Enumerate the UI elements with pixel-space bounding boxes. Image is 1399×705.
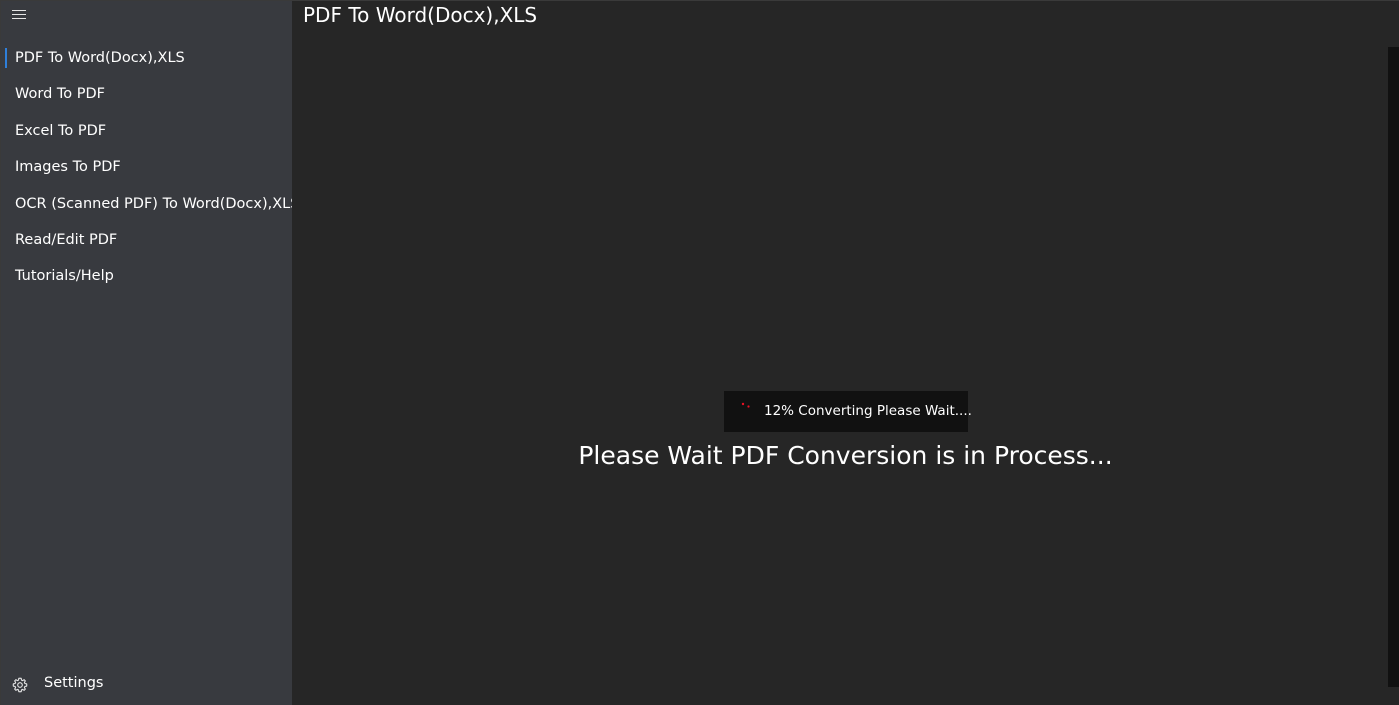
settings-label: Settings bbox=[44, 675, 104, 691]
sidebar-item-ocr[interactable]: OCR (Scanned PDF) To Word(Docx),XLS bbox=[1, 186, 299, 222]
sidebar-item-pdf-to-word[interactable]: PDF To Word(Docx),XLS bbox=[1, 40, 292, 76]
sidebar-item-label: Images To PDF bbox=[15, 159, 121, 176]
sidebar-item-label: Excel To PDF bbox=[15, 122, 107, 139]
progress-indicator: 12% Converting Please Wait.... bbox=[724, 391, 972, 432]
status-message: Please Wait PDF Conversion is in Process… bbox=[578, 441, 1113, 470]
page-title: PDF To Word(Docx),XLS bbox=[303, 3, 538, 27]
sidebar-item-tutorials-help[interactable]: Tutorials/Help bbox=[1, 258, 292, 294]
nav-list: PDF To Word(Docx),XLS Word To PDF Excel … bbox=[1, 40, 299, 295]
sidebar-item-label: PDF To Word(Docx),XLS bbox=[15, 50, 185, 66]
main-content: PDF To Word(Docx),XLS 12% Converting Ple… bbox=[292, 1, 1399, 705]
sidebar-item-excel-to-pdf[interactable]: Excel To PDF bbox=[1, 113, 292, 149]
sidebar-item-label: Tutorials/Help bbox=[15, 268, 114, 285]
sidebar: PDF To Word(Docx),XLS Word To PDF Excel … bbox=[1, 1, 299, 705]
sidebar-item-label: Read/Edit PDF bbox=[15, 231, 118, 248]
sidebar-item-read-edit-pdf[interactable]: Read/Edit PDF bbox=[1, 222, 292, 258]
sidebar-item-label: Word To PDF bbox=[15, 86, 106, 103]
settings-button[interactable]: Settings bbox=[1, 669, 292, 701]
gear-icon bbox=[12, 677, 28, 693]
scrollbar[interactable] bbox=[1388, 47, 1399, 687]
sidebar-item-images-to-pdf[interactable]: Images To PDF bbox=[1, 149, 292, 185]
sidebar-item-word-to-pdf[interactable]: Word To PDF bbox=[1, 76, 292, 112]
spinner-icon bbox=[741, 402, 750, 408]
hamburger-icon[interactable] bbox=[11, 7, 27, 21]
app-window: PDF To Word(Docx),XLS Word To PDF Excel … bbox=[0, 0, 1399, 705]
progress-text: 12% Converting Please Wait.... bbox=[764, 403, 972, 419]
sidebar-item-label: OCR (Scanned PDF) To Word(Docx),XLS bbox=[15, 195, 300, 212]
